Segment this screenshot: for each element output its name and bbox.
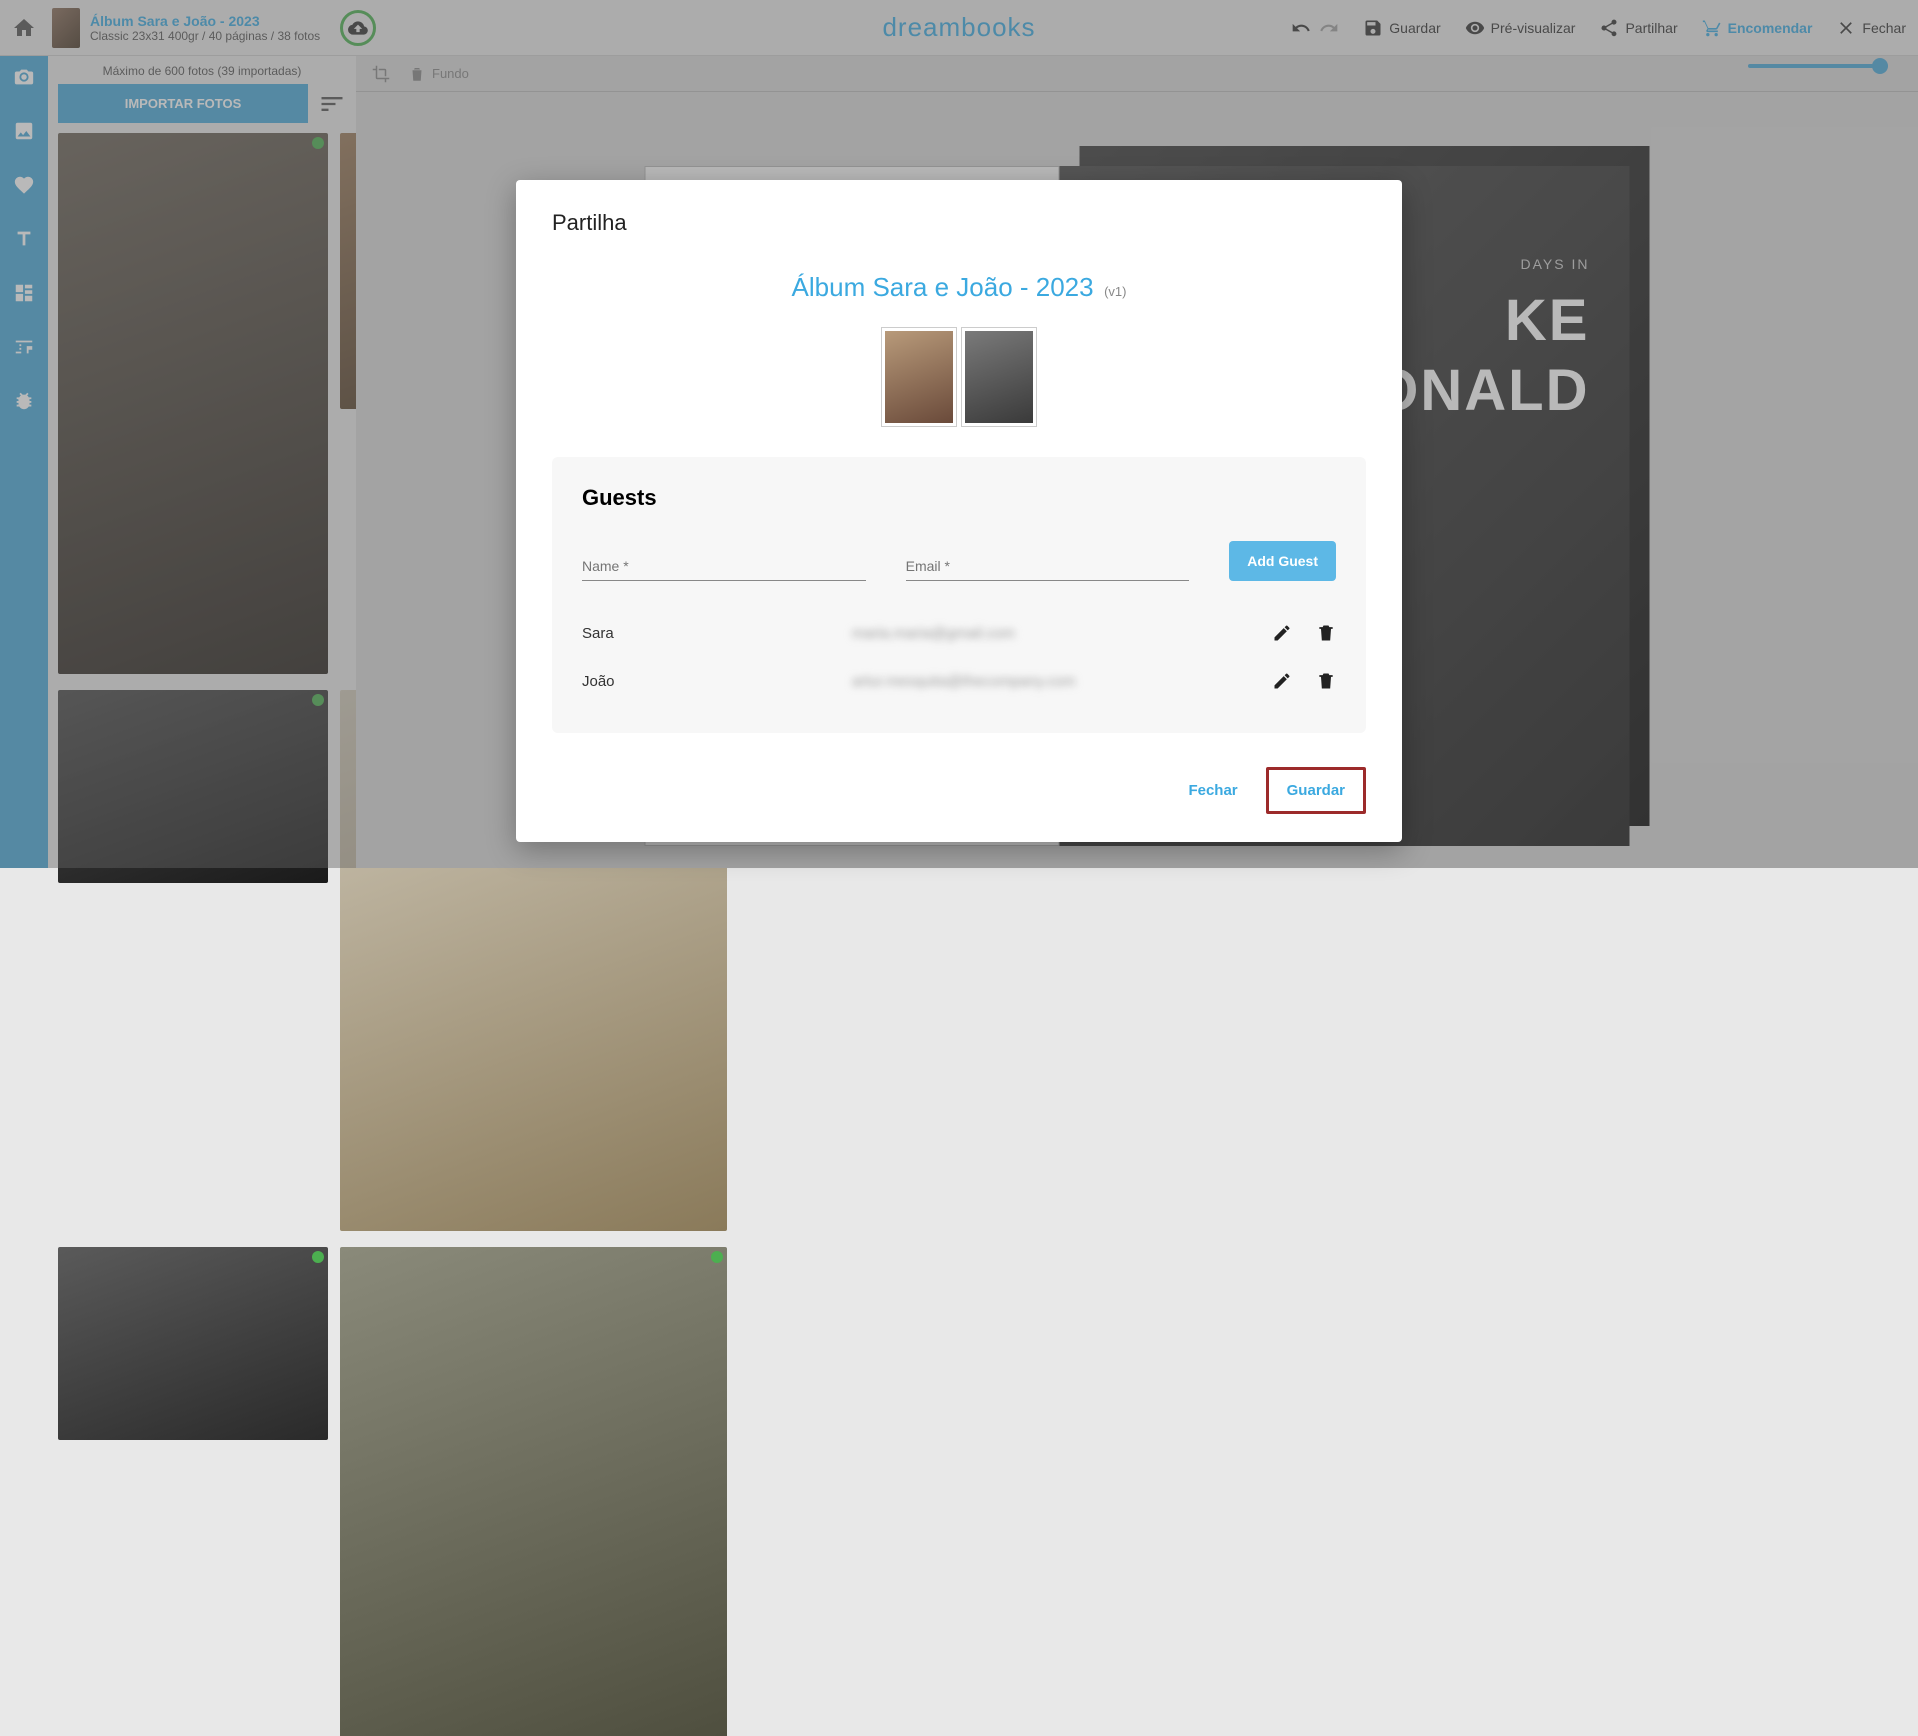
guest-row: João artur.mesquita@thecompany.com (582, 657, 1336, 705)
guest-email-input[interactable] (906, 552, 1190, 581)
modal-overlay[interactable]: Partilha Álbum Sara e João - 2023 (v1) G… (0, 0, 1918, 868)
delete-icon[interactable] (1316, 671, 1336, 691)
preview-thumb (881, 327, 957, 427)
guest-email: maria.maria@gmail.com (852, 625, 1272, 642)
delete-icon[interactable] (1316, 623, 1336, 643)
modal-save-button[interactable]: Guardar (1266, 767, 1366, 814)
preview-thumb (961, 327, 1037, 427)
modal-footer: Fechar Guardar (552, 767, 1366, 814)
guest-form: Add Guest (582, 541, 1336, 581)
edit-icon[interactable] (1272, 671, 1292, 691)
guests-box: Guests Add Guest Sara maria.maria@gmail.… (552, 457, 1366, 733)
photo-thumb[interactable] (58, 1247, 328, 1440)
edit-icon[interactable] (1272, 623, 1292, 643)
guest-name: Sara (582, 625, 852, 642)
photo-thumb[interactable] (340, 1247, 726, 1736)
add-guest-button[interactable]: Add Guest (1229, 541, 1336, 581)
guest-row: Sara maria.maria@gmail.com (582, 609, 1336, 657)
guests-title: Guests (582, 485, 1336, 511)
guest-name-input[interactable] (582, 552, 866, 581)
guest-name: João (582, 673, 852, 690)
preview-thumbs (552, 327, 1366, 427)
modal-album-name: Álbum Sara e João - 2023 (792, 272, 1094, 302)
share-modal: Partilha Álbum Sara e João - 2023 (v1) G… (516, 180, 1402, 842)
modal-album-header: Álbum Sara e João - 2023 (v1) (552, 272, 1366, 303)
modal-album-version: (v1) (1104, 284, 1126, 299)
guest-email: artur.mesquita@thecompany.com (852, 673, 1272, 690)
modal-title: Partilha (552, 210, 1366, 236)
modal-close-button[interactable]: Fechar (1178, 770, 1247, 811)
